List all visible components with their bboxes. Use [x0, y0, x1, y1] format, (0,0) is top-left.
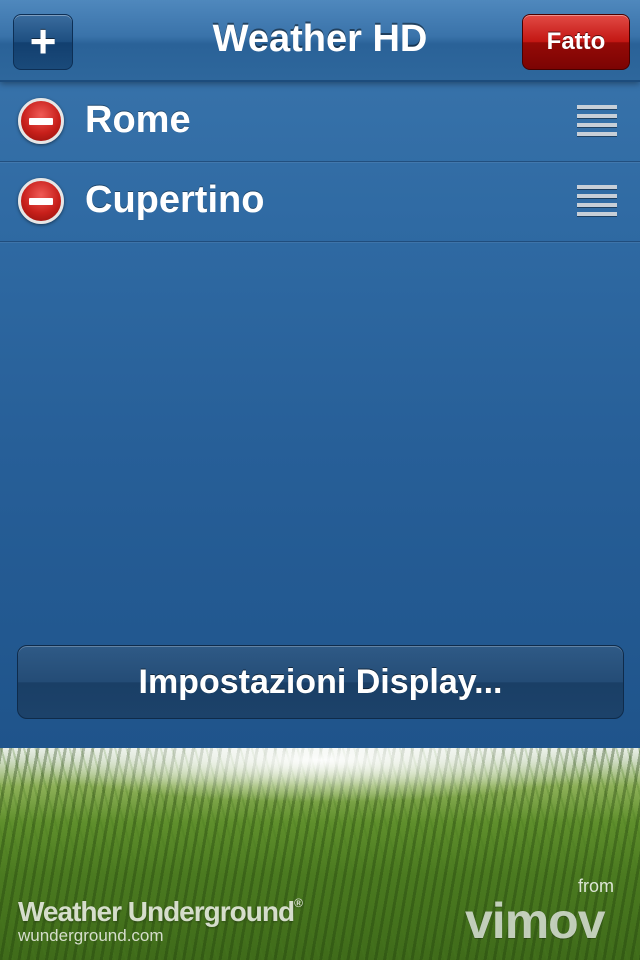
city-name: Rome	[85, 99, 191, 141]
done-button[interactable]: Fatto	[522, 14, 630, 70]
weather-hd-screen: Weather HD + Fatto Rome Cupertino Impost…	[0, 0, 640, 960]
weather-underground-logo: Weather Underground®	[18, 896, 303, 927]
navigation-bar: Weather HD + Fatto	[0, 0, 640, 82]
delete-circle-icon[interactable]	[18, 178, 64, 224]
city-list-panel: Weather HD + Fatto Rome Cupertino Impost…	[0, 0, 640, 748]
reorder-grip-icon[interactable]	[577, 185, 617, 217]
add-city-button[interactable]: +	[13, 14, 73, 70]
delete-circle-icon[interactable]	[18, 98, 64, 144]
city-row-cupertino[interactable]: Cupertino	[0, 161, 640, 242]
display-settings-button[interactable]: Impostazioni Display...	[17, 645, 624, 719]
city-row-rome[interactable]: Rome	[0, 81, 640, 162]
city-name: Cupertino	[85, 179, 265, 221]
reorder-grip-icon[interactable]	[577, 105, 617, 137]
weather-underground-url: wunderground.com	[18, 926, 164, 945]
vimov-logo: vimov	[465, 893, 606, 949]
